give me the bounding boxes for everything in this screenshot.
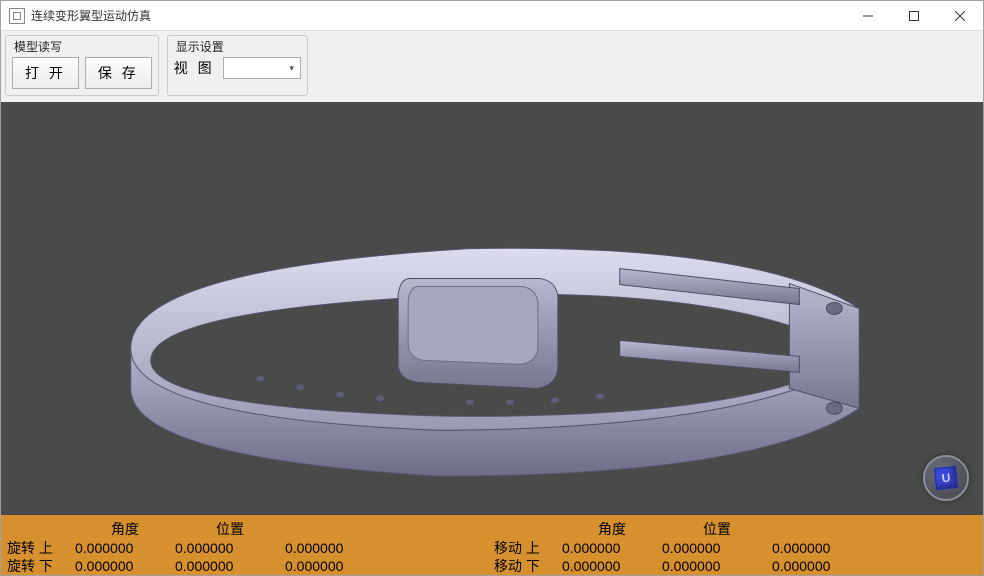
app-window: 连续变形翼型运动仿真 模型读写 打 开 保 存 显示设置 视 图 (0, 0, 984, 576)
close-icon (955, 11, 965, 21)
rotate-down-pos2: 0.000000 (285, 558, 385, 574)
open-button[interactable]: 打 开 (12, 57, 79, 89)
maximize-button[interactable] (891, 1, 937, 30)
model-render (1, 102, 983, 515)
move-down-pos2: 0.000000 (772, 558, 872, 574)
toolbar: 模型读写 打 开 保 存 显示设置 视 图 ▾ (1, 31, 983, 102)
close-button[interactable] (937, 1, 983, 30)
group-model-io-title: 模型读写 (12, 38, 152, 57)
header-position-right: 位置 (662, 519, 772, 539)
group-display-settings: 显示设置 视 图 ▾ (167, 35, 308, 96)
rotate-down-pos1: 0.000000 (175, 558, 285, 574)
status-left: 角度 位置 旋转 上 0.000000 0.000000 0.000000 旋转… (5, 519, 492, 573)
window-title: 连续变形翼型运动仿真 (31, 7, 845, 24)
rotate-up-pos1: 0.000000 (175, 540, 285, 556)
viewcube[interactable]: U (923, 455, 969, 501)
move-up-pos2: 0.000000 (772, 540, 872, 556)
viewport-3d[interactable]: U (1, 102, 983, 515)
titlebar: 连续变形翼型运动仿真 (1, 1, 983, 31)
header-position-left: 位置 (175, 519, 285, 539)
row-rotate-up-label: 旋转 上 (5, 538, 75, 558)
header-angle-left: 角度 (75, 519, 175, 539)
group-model-io: 模型读写 打 开 保 存 (5, 35, 159, 96)
move-down-angle: 0.000000 (562, 558, 662, 574)
status-bar: 角度 位置 旋转 上 0.000000 0.000000 0.000000 旋转… (1, 515, 983, 575)
window-controls (845, 1, 983, 30)
header-angle-right: 角度 (562, 519, 662, 539)
maximize-icon (909, 11, 919, 21)
minimize-icon (863, 11, 873, 21)
row-rotate-down-label: 旋转 下 (5, 556, 75, 576)
group-display-title: 显示设置 (174, 38, 301, 57)
move-up-pos1: 0.000000 (662, 540, 772, 556)
chevron-down-icon: ▾ (284, 63, 300, 74)
row-move-up-label: 移动 上 (492, 538, 562, 558)
move-up-angle: 0.000000 (562, 540, 662, 556)
rotate-down-angle: 0.000000 (75, 558, 175, 574)
minimize-button[interactable] (845, 1, 891, 30)
row-move-down-label: 移动 下 (492, 556, 562, 576)
rotate-up-pos2: 0.000000 (285, 540, 385, 556)
view-label: 视 图 (174, 58, 215, 78)
viewcube-label: U (941, 471, 951, 486)
move-down-pos1: 0.000000 (662, 558, 772, 574)
rotate-up-angle: 0.000000 (75, 540, 175, 556)
status-right: 角度 位置 移动 上 0.000000 0.000000 0.000000 移动… (492, 519, 979, 573)
viewcube-face: U (934, 466, 958, 490)
view-combobox[interactable]: ▾ (223, 57, 301, 79)
app-icon (9, 8, 25, 24)
save-button[interactable]: 保 存 (85, 57, 152, 89)
